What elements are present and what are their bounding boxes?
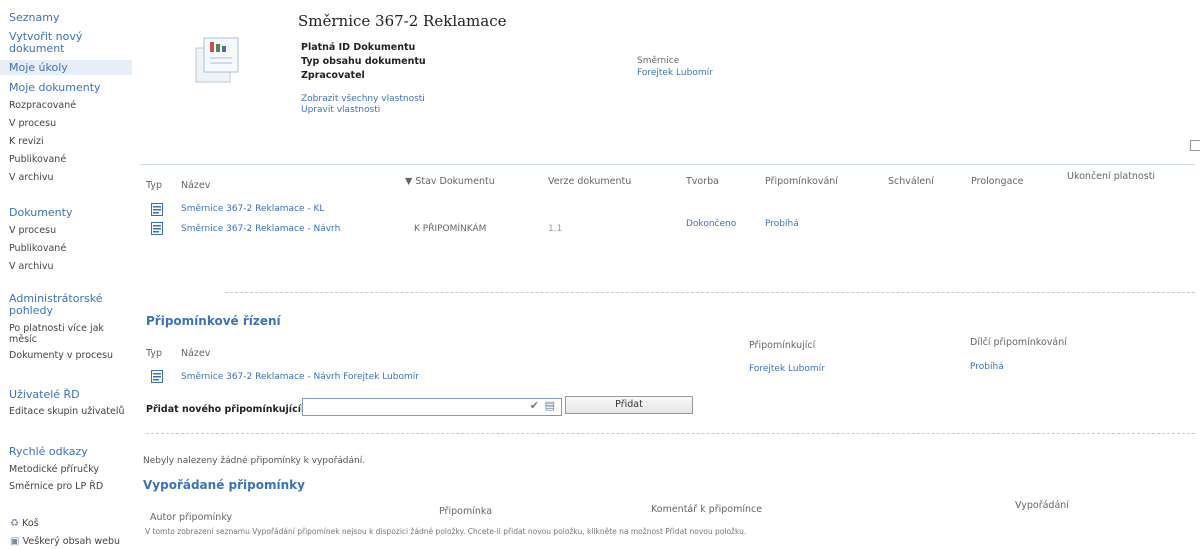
cp-col-pripominkujici[interactable]: Připomínkující: [749, 340, 815, 351]
nav-publikovane[interactable]: Publikované: [9, 154, 66, 165]
col-pripominkovani[interactable]: Připomínkování: [765, 176, 838, 187]
resolved-empty-text: V tomto zobrazení seznamu Vypořádání při…: [145, 527, 747, 536]
nav-docs-v-archivu[interactable]: V archivu: [9, 261, 54, 272]
doc-pripom-link[interactable]: Probíhá: [765, 219, 799, 229]
col-verze[interactable]: Verze dokumentu: [548, 176, 631, 187]
doc-tvorba-link[interactable]: Dokončeno: [686, 219, 736, 229]
edit-properties-link[interactable]: Upravit vlastnosti: [301, 105, 380, 115]
left-navigation: Seznamy Vytvořit nový dokument Moje úkol…: [0, 0, 135, 549]
nav-quick-heading[interactable]: Rychlé odkazy: [9, 445, 88, 458]
nav-admin-heading[interactable]: Administrátorské pohledy: [9, 293, 124, 317]
section-divider: [225, 292, 1195, 293]
nav-recycle-bin[interactable]: ♻ Koš: [10, 518, 39, 529]
nav-edit-groups[interactable]: Editace skupin uživatelů: [9, 406, 125, 417]
nav-k-revizi[interactable]: K revizi: [9, 136, 44, 147]
res-col-komentar[interactable]: Komentář k připomínce: [651, 504, 762, 515]
nav-all-site-content[interactable]: ▣ Veškerý obsah webu: [10, 536, 120, 547]
nav-users-heading[interactable]: Uživatelé ŘD: [9, 388, 80, 401]
nav-rozpracovane[interactable]: Rozpracované: [9, 100, 76, 111]
nav-smernice-lp[interactable]: Směrnice pro LP ŘD: [9, 481, 103, 492]
cp-col-nazev[interactable]: Název: [181, 348, 210, 359]
nav-seznamy[interactable]: Seznamy: [9, 11, 59, 24]
no-comments-message: Nebyly nalezeny žádné připomínky k vypoř…: [143, 456, 366, 466]
word-document-icon: [151, 370, 163, 383]
col-schvaleni[interactable]: Schválení: [888, 176, 934, 187]
section-divider: [146, 433, 1195, 434]
nav-v-procesu[interactable]: V procesu: [9, 118, 56, 129]
site-content-icon: ▣: [10, 536, 20, 547]
nav-admin-in-process[interactable]: Dokumenty v procesu: [9, 350, 113, 361]
page-checkbox[interactable]: [1190, 140, 1200, 151]
res-col-pripominka[interactable]: Připomínka: [439, 506, 492, 517]
nav-create-document[interactable]: Vytvořit nový dokument: [9, 31, 119, 55]
col-typ[interactable]: Typ: [146, 180, 162, 191]
resolved-heading: Vypořádané připomínky: [143, 478, 305, 492]
nav-docs-v-procesu[interactable]: V procesu: [9, 225, 56, 236]
smernice-owner-link[interactable]: Forejtek Lubomír: [637, 68, 713, 78]
col-tvorba[interactable]: Tvorba: [686, 176, 719, 187]
sort-down-icon: ▼: [405, 176, 416, 187]
prop-platna-id: Platná ID Dokumentu: [301, 42, 416, 53]
col-stav-label: Stav Dokumentu: [415, 176, 495, 187]
nav-v-archivu[interactable]: V archivu: [9, 172, 54, 183]
address-book-icon[interactable]: ▤: [545, 399, 555, 412]
nav-docs-publikovane[interactable]: Publikované: [9, 243, 66, 254]
header-divider: [140, 164, 1195, 165]
nav-my-tasks[interactable]: Moje úkoly: [0, 60, 132, 75]
add-reviewer-button[interactable]: Přidat: [565, 396, 693, 414]
add-reviewer-input[interactable]: ✔ ▤: [302, 398, 562, 416]
page-title: Směrnice 367-2 Reklamace: [298, 12, 507, 30]
check-names-icon[interactable]: ✔: [530, 399, 539, 412]
comment-process-heading: Připomínkové řízení: [146, 314, 281, 328]
res-col-autor[interactable]: Autor připomínky: [150, 512, 232, 523]
cp-doc-link[interactable]: Směrnice 367-2 Reklamace - Návrh Forejte…: [181, 372, 419, 382]
col-prolongace[interactable]: Prolongace: [971, 176, 1023, 187]
show-all-properties-link[interactable]: Zobrazit všechny vlastnosti: [301, 94, 425, 104]
word-document-icon: [151, 222, 163, 235]
prop-typ-obsahu: Typ obsahu dokumentu: [301, 56, 426, 67]
cp-state-link[interactable]: Probíhá: [970, 362, 1004, 372]
cp-col-dilci[interactable]: Dílčí připomínkování: [970, 337, 1067, 348]
prop-zpracovatel: Zpracovatel: [301, 70, 365, 81]
col-ukonceni[interactable]: Ukončení platnosti: [1067, 171, 1155, 182]
site-content-label: Veškerý obsah webu: [22, 536, 121, 547]
add-reviewer-label: Přidat nového připomínkujícího:: [146, 404, 319, 415]
recycle-bin-label: Koš: [22, 518, 39, 529]
word-document-icon: [151, 203, 163, 216]
doc-verze-value: 1.1: [548, 224, 563, 234]
nav-my-tasks-label: Moje úkoly: [9, 61, 68, 74]
cp-reviewer-link[interactable]: Forejtek Lubomír: [749, 364, 825, 374]
doc-link-navrh[interactable]: Směrnice 367-2 Reklamace - Návrh: [181, 224, 340, 234]
cp-col-typ[interactable]: Typ: [146, 348, 162, 359]
res-col-vyporadani[interactable]: Vypořádání: [1015, 500, 1069, 511]
doc-link-kl[interactable]: Směrnice 367-2 Reklamace - KL: [181, 204, 324, 214]
recycle-bin-icon: ♻: [10, 518, 19, 529]
nav-metodicke-prirucky[interactable]: Metodické příručky: [9, 464, 99, 475]
col-nazev[interactable]: Název: [181, 180, 210, 191]
nav-admin-expired[interactable]: Po platnosti více jak měsíc: [9, 323, 124, 345]
col-stav[interactable]: ▼ Stav Dokumentu: [405, 176, 495, 187]
doc-stav-value: K PŘIPOMÍNKÁM: [414, 224, 487, 234]
nav-my-documents[interactable]: Moje dokumenty: [9, 81, 101, 94]
nav-dokumenty-heading[interactable]: Dokumenty: [9, 206, 72, 219]
document-illustration: [190, 28, 250, 88]
smernice-label: Směrnice: [637, 56, 680, 66]
